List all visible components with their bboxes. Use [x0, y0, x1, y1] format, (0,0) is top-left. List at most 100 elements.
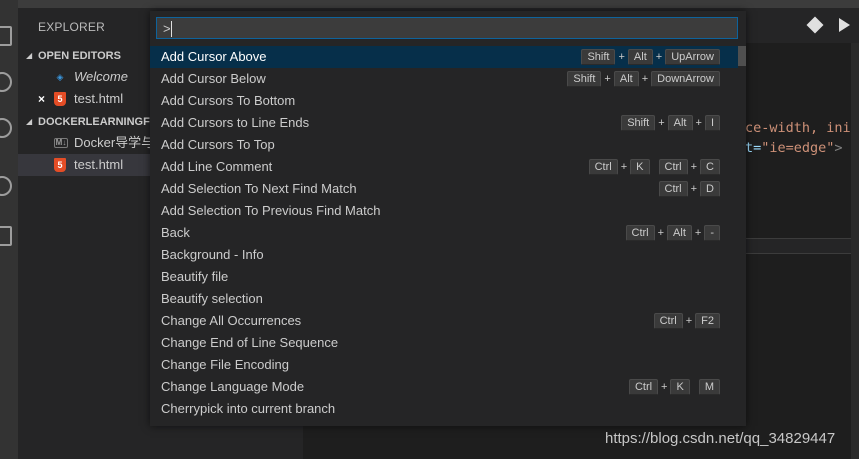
open-editor-label: test.html: [74, 91, 124, 106]
command-item[interactable]: Beautify file: [150, 266, 738, 288]
command-label: Change Language Mode: [161, 379, 305, 394]
keybinding: Ctrl + K M: [628, 379, 720, 395]
key-cap: Alt: [667, 225, 692, 241]
command-item[interactable]: Change End of Line Sequence: [150, 332, 738, 354]
title-bar: [18, 0, 859, 8]
palette-scrollbar[interactable]: [738, 46, 746, 66]
key-cap: Alt: [613, 71, 639, 87]
key-plus: +: [658, 117, 665, 129]
file-label: Docker导学与: [74, 135, 155, 150]
key-plus: +: [641, 73, 649, 85]
command-item[interactable]: Add Cursors to Line Ends Shift + Alt + I: [150, 112, 738, 134]
key-cap: M: [698, 379, 720, 395]
key-plus: +: [690, 161, 698, 173]
command-item[interactable]: Add Line Comment Ctrl + K Ctrl + C: [150, 156, 738, 178]
key-cap: Ctrl: [588, 159, 618, 175]
command-label: Add Cursors to Line Ends: [161, 115, 310, 130]
command-item[interactable]: Cherrypick into current branch: [150, 398, 738, 420]
command-item[interactable]: Beautify selection: [150, 288, 738, 310]
key-plus: +: [620, 161, 628, 173]
command-item[interactable]: Change All Occurrences Ctrl + F2: [150, 310, 738, 332]
html5-icon: 5: [54, 158, 66, 172]
close-icon[interactable]: ×: [38, 88, 45, 110]
extensions-icon[interactable]: [0, 226, 12, 246]
command-label: Add Selection To Next Find Match: [161, 181, 357, 196]
key-cap: D: [700, 181, 720, 197]
command-label: Change End of Line Sequence: [161, 335, 339, 350]
key-plus: +: [694, 227, 702, 239]
chevron-down-icon: ◢: [26, 51, 33, 60]
command-item[interactable]: Background - Info: [150, 244, 738, 266]
folder-label: DOCKERLEARNINGF: [38, 116, 150, 128]
code-attr: t=: [745, 140, 762, 156]
command-item[interactable]: Change File Encoding: [150, 354, 738, 376]
key-cap: Ctrl: [628, 379, 659, 395]
command-palette: Add Cursor AboveShift+Alt+UpArrowAdd Cur…: [150, 11, 746, 426]
run-icon[interactable]: [839, 18, 850, 32]
key-plus: +: [655, 51, 663, 63]
open-editors-label: OPEN EDITORS: [38, 50, 121, 62]
activity-bar: [0, 0, 18, 459]
command-input[interactable]: [156, 17, 738, 39]
command-item[interactable]: Add Cursor Below Shift + Alt + DownArrow: [150, 68, 738, 90]
explorer-title: EXPLORER: [38, 20, 105, 34]
key-cap: Ctrl: [625, 225, 655, 241]
command-label: Add Cursors To Top: [161, 137, 275, 152]
command-label: Back: [161, 225, 190, 240]
vscode-icon: ◈: [56, 72, 64, 82]
open-editor-label: Welcome: [74, 69, 128, 84]
key-cap: K: [630, 159, 650, 175]
command-item[interactable]: Add Selection To Next Find Match Ctrl + D: [150, 178, 738, 200]
command-label: Change File Encoding: [161, 357, 289, 372]
command-item[interactable]: Add Cursors To Bottom: [150, 90, 738, 112]
key-plus: +: [695, 117, 702, 129]
key-plus: +: [661, 381, 668, 393]
keybinding: Ctrl + F2: [653, 313, 720, 329]
key-cap: K: [670, 379, 690, 395]
command-label: Add Cursor Below: [161, 71, 266, 86]
code-tag-end: >: [834, 140, 843, 156]
command-label: Add Cursor Above: [161, 49, 267, 64]
command-item[interactable]: Back Ctrl + Alt + -: [150, 222, 738, 244]
key-cap: F2: [695, 313, 720, 329]
keybinding: Shift + Alt + DownArrow: [567, 71, 720, 87]
keybinding: Ctrl + K Ctrl + C: [588, 159, 720, 175]
command-item[interactable]: Change Language Mode Ctrl + K M: [150, 376, 738, 398]
command-label: Background - Info: [161, 247, 264, 262]
files-icon[interactable]: [0, 26, 12, 46]
source-control-icon[interactable]: [0, 118, 12, 138]
code-line: t="ie=edge">: [745, 140, 843, 156]
key-cap: Alt: [627, 49, 653, 65]
editor-scrollbar[interactable]: [851, 43, 859, 459]
command-label: Beautify selection: [161, 291, 263, 306]
command-item[interactable]: Add Cursors To Top: [150, 134, 738, 156]
keybinding: Shift + Alt + UpArrow: [581, 49, 720, 65]
key-cap: Shift: [621, 115, 656, 131]
key-cap: Ctrl: [658, 181, 688, 197]
key-cap: C: [700, 159, 720, 175]
keybinding: Ctrl + Alt + -: [625, 225, 720, 241]
markdown-icon: M↓: [54, 138, 68, 148]
command-label: Change All Occurrences: [161, 313, 302, 328]
chevron-down-icon: ◢: [26, 117, 33, 126]
command-item[interactable]: Add Cursor Above Shift + Alt + UpArrow: [150, 46, 738, 68]
key-cap: -: [704, 225, 720, 241]
key-cap: Shift: [581, 49, 616, 65]
key-cap: Alt: [667, 115, 693, 131]
key-cap: Ctrl: [658, 159, 688, 175]
key-cap: UpArrow: [665, 49, 720, 65]
keybinding: Shift + Alt + I: [621, 115, 720, 131]
debug-icon[interactable]: [0, 176, 12, 196]
command-item[interactable]: Add Selection To Previous Find Match: [150, 200, 738, 222]
git-compare-icon[interactable]: [806, 16, 824, 34]
key-plus: +: [618, 51, 625, 63]
key-plus: +: [690, 183, 698, 195]
key-cap: Ctrl: [653, 313, 683, 329]
key-cap: I: [704, 115, 720, 131]
code-value: "ie=edge": [761, 140, 835, 156]
command-list: Add Cursor Above Shift + Alt + UpArrow Add Cur…: [150, 46, 738, 426]
key-plus: +: [657, 227, 665, 239]
key-cap: DownArrow: [651, 71, 720, 87]
search-icon[interactable]: [0, 72, 12, 92]
command-label: Beautify file: [161, 269, 229, 284]
